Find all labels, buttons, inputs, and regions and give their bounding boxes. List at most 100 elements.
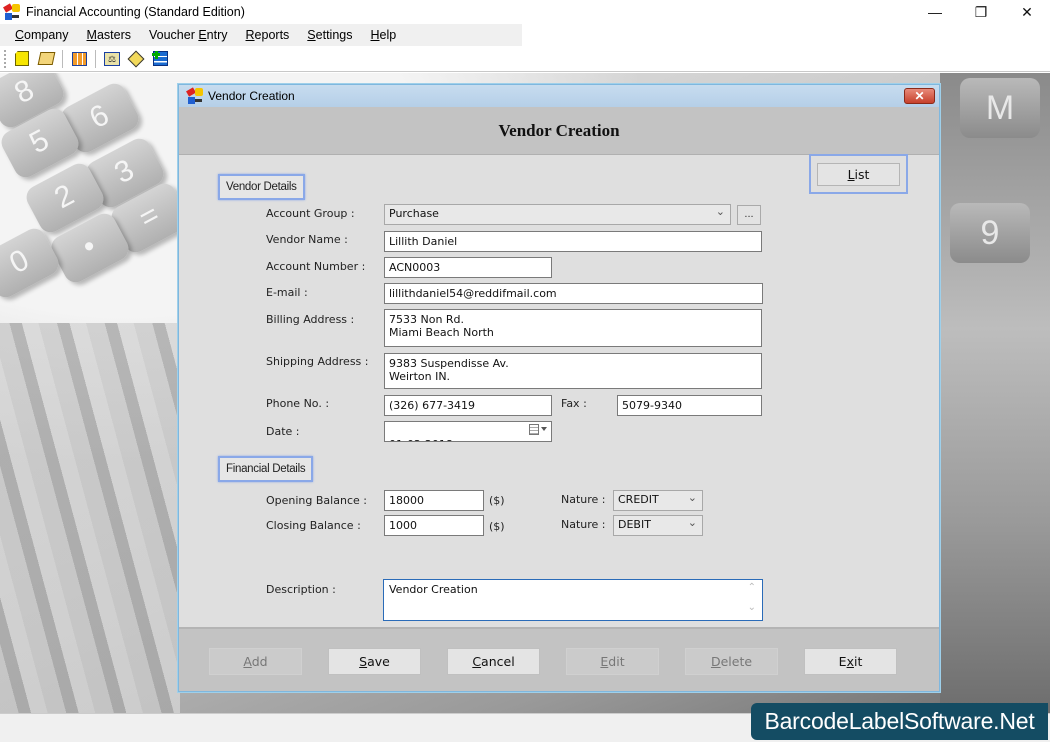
maximize-button[interactable]: ❐ (958, 0, 1004, 24)
menu-help[interactable]: Help (361, 28, 405, 42)
vendor-name-input[interactable]: Lillith Daniel (384, 231, 762, 252)
open-company-icon (37, 52, 55, 65)
chevron-down-icon: ⌄ (687, 491, 697, 504)
button-label: E (838, 654, 847, 669)
fax-input[interactable]: 5079-9340 (617, 395, 762, 416)
button-accel: A (243, 654, 252, 669)
account-number-label: Account Number : (266, 260, 366, 273)
button-label: ancel (481, 654, 515, 669)
opening-nature-label: Nature : (561, 493, 606, 506)
toolbar-separator (95, 49, 96, 68)
vendor-name-label: Vendor Name : (266, 233, 348, 246)
open-company-button[interactable] (36, 49, 56, 69)
voucher-icon (127, 50, 145, 67)
button-label: dd (251, 654, 268, 669)
menu-voucher-entry[interactable]: Voucher Entry (140, 28, 237, 42)
menu-accel: S (307, 28, 316, 42)
delete-button[interactable]: Delete (685, 648, 778, 675)
list-button[interactable]: List (817, 163, 900, 186)
balance-button[interactable]: ⚖ (102, 49, 122, 69)
toolbar: ⚖ (0, 46, 1050, 72)
add-ledger-button[interactable] (150, 49, 170, 69)
app-titlebar: Financial Accounting (Standard Edition) … (0, 0, 1050, 24)
close-window-button[interactable]: ✕ (1004, 0, 1050, 24)
shipping-address-label: Shipping Address : (266, 355, 369, 368)
calculator-key: 9 (950, 203, 1030, 263)
email-label: E-mail : (266, 286, 308, 299)
date-value: 01-02-2018 (389, 438, 453, 441)
closing-balance-input[interactable]: 1000 (384, 515, 484, 536)
exit-button[interactable]: Exit (804, 648, 897, 675)
menu-accel: H (370, 28, 380, 42)
minimize-button[interactable]: — (912, 0, 958, 24)
button-label: dit (608, 654, 625, 669)
button-accel: L (847, 167, 855, 182)
phone-input[interactable]: (326) 677-3419 (384, 395, 552, 416)
phone-label: Phone No. : (266, 397, 330, 410)
voucher-button[interactable] (126, 49, 146, 69)
edit-button[interactable]: Edit (566, 648, 659, 675)
opening-balance-label: Opening Balance : (266, 494, 367, 507)
save-button[interactable]: Save (328, 648, 421, 675)
currency-label: ($) (489, 494, 505, 507)
menu-company[interactable]: Company (6, 28, 78, 42)
description-value: Vendor Creation (389, 583, 478, 596)
add-button[interactable]: Add (209, 648, 302, 675)
add-ledger-icon (152, 51, 168, 66)
fax-label: Fax : (561, 397, 587, 410)
description-input[interactable]: Vendor Creation ⌃ ⌄ (383, 579, 763, 621)
menu-label: elp (379, 28, 397, 42)
dialog-header: Vendor Creation (179, 107, 939, 155)
date-picker[interactable]: 01-02-2018 (384, 421, 552, 442)
toolbar-grip[interactable] (4, 49, 7, 68)
menu-reports[interactable]: Reports (237, 28, 299, 42)
menu-settings[interactable]: Settings (298, 28, 361, 42)
menu-accel: C (15, 28, 25, 42)
dialog-footer: Add Save Cancel Edit Delete Exit (179, 627, 939, 691)
button-accel: S (359, 654, 368, 669)
email-input[interactable]: lillithdaniel54@reddifmail.com (384, 283, 763, 304)
menu-accel: M (86, 28, 97, 42)
shipping-address-input[interactable]: 9383 Suspendisse Av. Weirton IN. (384, 353, 762, 389)
account-number-input[interactable]: ACN0003 (384, 257, 552, 278)
grid-button[interactable] (69, 49, 89, 69)
account-group-value: Purchase (389, 207, 439, 220)
dialog-close-button[interactable]: ✕ (904, 88, 935, 104)
toolbar-separator (62, 49, 63, 68)
opening-balance-input[interactable]: 18000 (384, 490, 484, 511)
watermark-banner: BarcodeLabelSoftware.Net (751, 703, 1048, 740)
opening-nature-select[interactable]: CREDIT ⌄ (613, 490, 703, 511)
closing-nature-value: DEBIT (618, 518, 651, 531)
account-group-select[interactable]: Purchase ⌄ (384, 204, 731, 225)
button-label: ave (367, 654, 390, 669)
dialog-logo-icon (186, 87, 203, 104)
menu-accel: R (245, 28, 255, 42)
button-accel: x (846, 654, 854, 669)
button-label: elete (720, 654, 753, 669)
currency-label: ($) (489, 520, 505, 533)
button-label: it (853, 654, 863, 669)
new-company-button[interactable] (12, 49, 32, 69)
calendar-icon[interactable] (529, 424, 547, 437)
menu-accel: E (198, 28, 207, 42)
menu-label: eports (254, 28, 290, 42)
background-right-image: M 9 (940, 73, 1050, 713)
app-title: Financial Accounting (Standard Edition) (26, 5, 245, 19)
vendor-creation-dialog: Vendor Creation ✕ Vendor Creation List V… (178, 84, 940, 692)
chevron-down-icon: ⌄ (715, 205, 725, 218)
dialog-title: Vendor Creation (208, 89, 295, 103)
closing-nature-select[interactable]: DEBIT ⌄ (613, 515, 703, 536)
dialog-titlebar: Vendor Creation ✕ (179, 85, 939, 107)
menu-masters[interactable]: Masters (78, 28, 140, 42)
billing-address-input[interactable]: 7533 Non Rd. Miami Beach North (384, 309, 762, 347)
money-bills-image (0, 323, 180, 713)
date-label: Date : (266, 425, 300, 438)
cancel-button[interactable]: Cancel (447, 648, 540, 675)
opening-nature-value: CREDIT (618, 493, 659, 506)
new-company-icon (15, 51, 29, 66)
account-group-label: Account Group : (266, 207, 355, 220)
scroll-down-icon[interactable]: ⌄ (748, 602, 756, 613)
scroll-up-icon[interactable]: ⌃ (748, 582, 756, 593)
grid-icon (71, 51, 87, 66)
account-group-browse-button[interactable]: ... (737, 205, 761, 225)
